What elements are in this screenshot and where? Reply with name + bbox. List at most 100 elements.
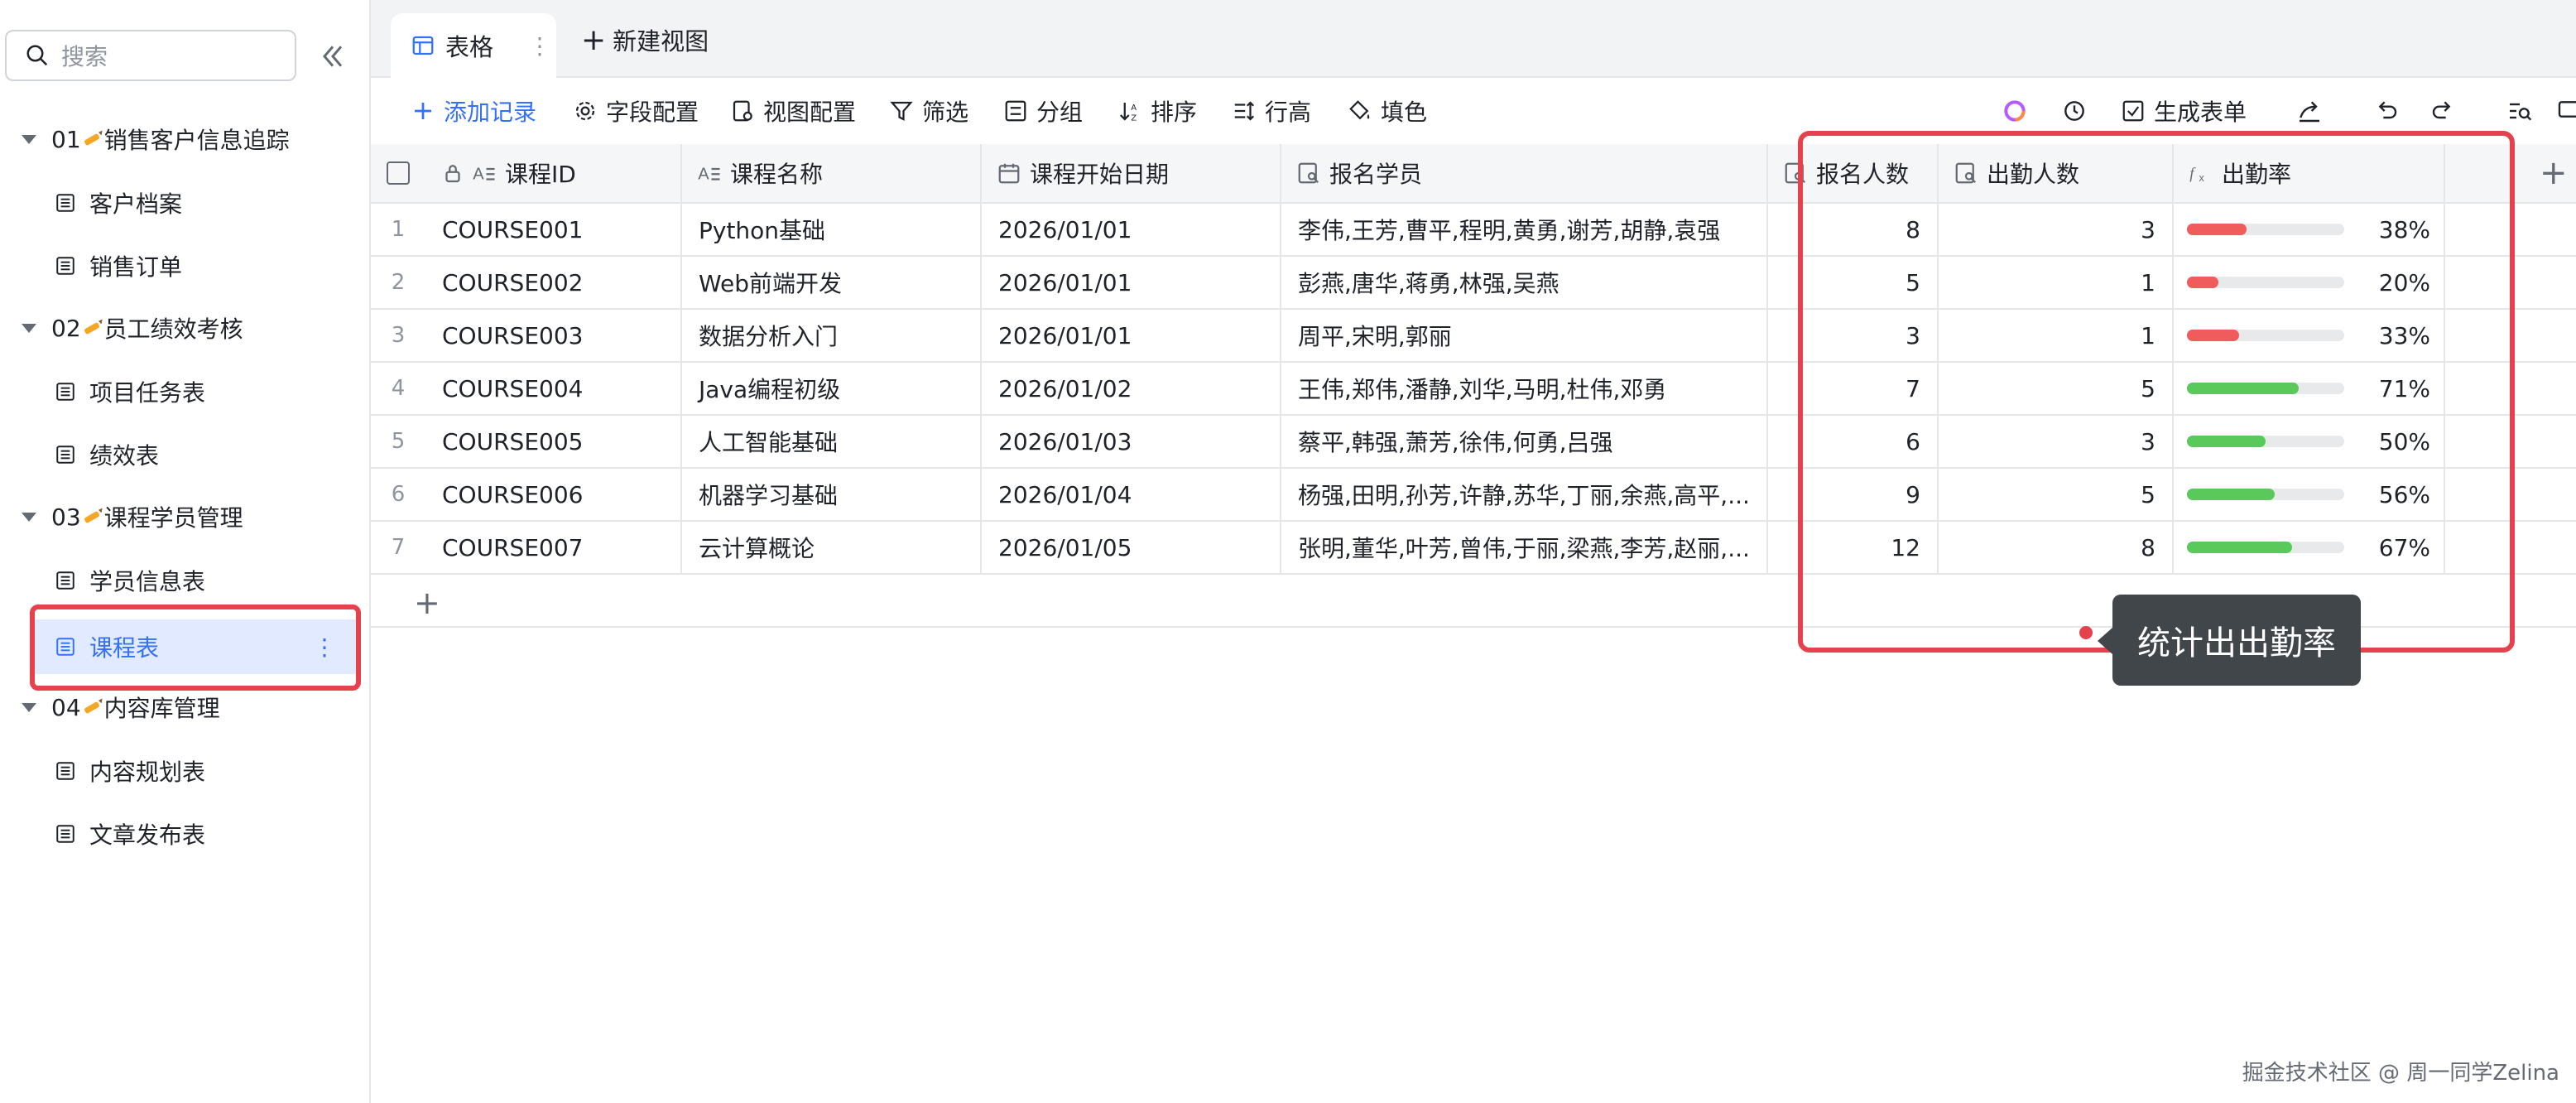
table-icon — [56, 571, 74, 590]
field-config-button[interactable]: 字段配置 — [573, 94, 699, 128]
plus-icon[interactable]: + — [414, 585, 440, 621]
redo-icon[interactable] — [2427, 94, 2460, 128]
cell-course-id[interactable]: COURSE001 — [425, 204, 682, 255]
sort-button[interactable]: AZ 排序 — [1117, 94, 1197, 128]
sidebar-item-label: 学员信息表 — [89, 568, 206, 595]
automation-clock-icon[interactable] — [2058, 94, 2091, 128]
field-config-label: 字段配置 — [606, 99, 699, 126]
row-index[interactable]: 7 — [371, 522, 425, 573]
svg-text:A: A — [473, 166, 484, 184]
crayon-icon — [84, 698, 103, 714]
search-input[interactable]: 搜索 — [5, 30, 296, 81]
view-config-button[interactable]: 视图配置 — [730, 94, 856, 128]
sidebar-item-customer-archive[interactable]: 客户档案 — [30, 176, 361, 230]
generate-form-button[interactable]: 生成表单 — [2121, 94, 2247, 128]
row-index[interactable]: 5 — [371, 416, 425, 467]
cell-course-name[interactable]: 机器学习基础 — [682, 469, 982, 520]
cell-start-date[interactable]: 2026/01/05 — [982, 522, 1281, 573]
row-index-text: 7 — [391, 535, 406, 560]
group-label: 销售客户信息追踪 — [103, 127, 290, 154]
row-height-button[interactable]: 行高 — [1232, 94, 1311, 128]
row-index[interactable]: 1 — [371, 204, 425, 255]
fill-color-label: 填色 — [1381, 99, 1428, 126]
cell-start-date[interactable]: 2026/01/02 — [982, 363, 1281, 414]
cell-students[interactable]: 王伟,郑伟,潘静,刘华,马明,杜伟,邓勇 — [1281, 363, 1768, 414]
column-header-students[interactable]: 报名学员 — [1281, 144, 1768, 202]
cell-course-id[interactable]: COURSE003 — [425, 310, 682, 361]
cell-students-text: 周平,宋明,郭丽 — [1298, 323, 1452, 350]
cell-students-text: 彭燕,唐华,蒋勇,林强,吴燕 — [1298, 270, 1560, 297]
row-index-text: 1 — [391, 217, 406, 242]
add-column-button[interactable]: + — [2540, 154, 2568, 192]
sidebar-item-student-info[interactable]: 学员信息表 — [30, 553, 361, 608]
collapse-sidebar-icon[interactable] — [316, 40, 349, 73]
cell-course-id[interactable]: COURSE006 — [425, 469, 682, 520]
cell-start-date[interactable]: 2026/01/04 — [982, 469, 1281, 520]
cell-start-date[interactable]: 2026/01/01 — [982, 257, 1281, 308]
cell-students[interactable]: 杨强,田明,孙芳,许静,苏华,丁丽,余燕,高平,... — [1281, 469, 1768, 520]
cell-course-name-text: 云计算概论 — [699, 535, 815, 562]
table-icon — [56, 257, 74, 275]
cell-course-id[interactable]: COURSE007 — [425, 522, 682, 573]
cell-students-text: 王伟,郑伟,潘静,刘华,马明,杜伟,邓勇 — [1298, 376, 1667, 403]
cell-course-id[interactable]: COURSE002 — [425, 257, 682, 308]
column-header-course-name[interactable]: A 课程名称 — [682, 144, 982, 202]
add-record-button[interactable]: 添加记录 — [411, 94, 536, 128]
sidebar-item-article-publish[interactable]: 文章发布表 — [30, 807, 361, 861]
cell-course-name[interactable]: Java编程初级 — [682, 363, 982, 414]
search-records-icon[interactable] — [2503, 94, 2536, 128]
tree-group-course[interactable]: 03 课程学员管理 — [0, 492, 371, 542]
share-icon[interactable] — [2293, 94, 2326, 128]
sidebar-item-content-plan[interactable]: 内容规划表 — [30, 744, 361, 798]
caret-down-icon[interactable] — [22, 702, 36, 712]
group-prefix: 04 — [51, 693, 81, 721]
group-button[interactable]: 分组 — [1003, 94, 1083, 128]
tab-table-view[interactable]: 表格 ⋮ — [391, 13, 556, 78]
ai-assistant-icon[interactable] — [1998, 94, 2031, 128]
undo-icon[interactable] — [2369, 94, 2402, 128]
cell-course-id[interactable]: COURSE004 — [425, 363, 682, 414]
annotation-dot — [2079, 626, 2093, 639]
select-all-checkbox[interactable] — [371, 144, 425, 202]
cell-start-date[interactable]: 2026/01/01 — [982, 204, 1281, 255]
column-header-start-date[interactable]: 课程开始日期 — [982, 144, 1281, 202]
sidebar-item-sales-order[interactable]: 销售订单 — [30, 238, 361, 293]
filter-button[interactable]: 筛选 — [889, 94, 968, 128]
row-index[interactable]: 2 — [371, 257, 425, 308]
column-header-course-id[interactable]: A 课程ID — [425, 144, 682, 202]
group-prefix: 02 — [51, 314, 81, 342]
group-icon — [1005, 100, 1026, 122]
cell-students[interactable]: 张明,董华,叶芳,曾伟,于丽,梁燕,李芳,赵丽,... — [1281, 522, 1768, 573]
cell-course-name[interactable]: 人工智能基础 — [682, 416, 982, 467]
cell-course-name[interactable]: 数据分析入门 — [682, 310, 982, 361]
caret-down-icon[interactable] — [22, 134, 36, 144]
cell-students[interactable]: 彭燕,唐华,蒋勇,林强,吴燕 — [1281, 257, 1768, 308]
cell-course-id[interactable]: COURSE005 — [425, 416, 682, 467]
cell-students[interactable]: 蔡平,韩强,萧芳,徐伟,何勇,吕强 — [1281, 416, 1768, 467]
new-view-button[interactable]: + 新建视图 — [581, 20, 709, 60]
tree-group-sales[interactable]: 01 销售客户信息追踪 — [0, 114, 371, 164]
cell-students[interactable]: 周平,宋明,郭丽 — [1281, 310, 1768, 361]
row-index[interactable]: 3 — [371, 310, 425, 361]
tree-group-content[interactable]: 04 内容库管理 — [0, 682, 371, 732]
tree-group-performance[interactable]: 02 员工绩效考核 — [0, 303, 371, 353]
cell-start-date[interactable]: 2026/01/01 — [982, 310, 1281, 361]
caret-down-icon[interactable] — [22, 512, 36, 522]
row-index[interactable]: 6 — [371, 469, 425, 520]
sidebar-item-performance-table[interactable]: 绩效表 — [30, 427, 361, 482]
cell-course-name[interactable]: Python基础 — [682, 204, 982, 255]
cell-course-name[interactable]: 云计算概论 — [682, 522, 982, 573]
gear-icon — [575, 101, 595, 121]
cell-start-date[interactable]: 2026/01/03 — [982, 416, 1281, 467]
row-index[interactable]: 4 — [371, 363, 425, 414]
cell-students[interactable]: 李伟,王芳,曹平,程明,黄勇,谢芳,胡静,袁强 — [1281, 204, 1768, 255]
more-vertical-icon[interactable]: ⋮ — [528, 32, 551, 60]
comment-icon[interactable] — [2553, 94, 2576, 128]
cell-start-date-text: 2026/01/01 — [998, 215, 1132, 243]
caret-down-icon[interactable] — [22, 323, 36, 333]
fill-color-button[interactable]: 填色 — [1348, 94, 1427, 128]
cell-course-name[interactable]: Web前端开发 — [682, 257, 982, 308]
column-label: 课程开始日期 — [1030, 161, 1170, 188]
sidebar-item-project-tasks[interactable]: 项目任务表 — [30, 364, 361, 419]
sidebar-item-label: 绩效表 — [89, 442, 160, 470]
